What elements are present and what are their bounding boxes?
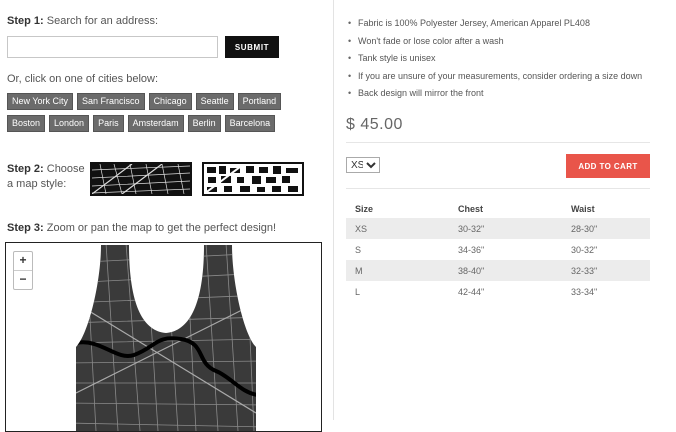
step2-text-line2: a map style: xyxy=(7,178,67,190)
table-row: S 34-36" 30-32" xyxy=(346,239,650,260)
table-row: M 38-40" 32-33" xyxy=(346,260,650,281)
cities-label: Or, click on one of cities below: xyxy=(7,73,159,85)
size-cell: L xyxy=(355,286,361,297)
product-price: $ 45.00 xyxy=(346,116,403,133)
feature-item: Fabric is 100% Polyester Jersey, America… xyxy=(346,18,642,36)
waist-cell: 32-33" xyxy=(562,260,650,281)
chest-cell: 42-44" xyxy=(458,286,485,297)
size-cell: S xyxy=(355,244,362,255)
city-berlin[interactable]: Berlin xyxy=(187,115,221,132)
chest-cell: 38-40" xyxy=(449,260,562,281)
column-header-chest: Chest xyxy=(458,204,484,214)
add-to-cart-button[interactable]: ADD TO CART xyxy=(566,154,650,178)
zoom-in-button[interactable]: + xyxy=(14,252,32,270)
feature-item: Back design will mirror the front xyxy=(346,88,642,106)
city-paris[interactable]: Paris xyxy=(93,115,124,132)
table-row: L 42-44" 33-34" xyxy=(346,281,650,302)
column-header-size: Size xyxy=(355,204,374,214)
map-style-dark[interactable] xyxy=(90,162,192,196)
design-panel: Step 1: Search for an address: SUBMIT Or… xyxy=(0,0,330,432)
size-cell: M xyxy=(346,260,449,281)
size-select[interactable]: XS xyxy=(346,157,380,173)
city-seattle[interactable]: Seattle xyxy=(195,93,234,110)
feature-item: Won't fade or lose color after a wash xyxy=(346,36,642,54)
step3-label: Step 3: Zoom or pan the map to get the p… xyxy=(7,222,276,234)
address-search-input[interactable] xyxy=(7,36,218,58)
step2-text-line1: Choose xyxy=(46,163,85,175)
city-new-york[interactable]: New York City xyxy=(7,93,74,110)
table-header-row: Size Chest Waist xyxy=(346,200,650,218)
zoom-out-button[interactable]: − xyxy=(14,270,32,289)
city-barcelona[interactable]: Barcelona xyxy=(224,115,276,132)
map-canvas[interactable]: + − xyxy=(5,242,322,432)
city-london[interactable]: London xyxy=(49,115,90,132)
tank-top-map-preview xyxy=(76,245,256,431)
submit-button[interactable]: SUBMIT xyxy=(225,36,279,58)
zoom-control: + − xyxy=(13,251,33,290)
column-divider xyxy=(333,0,334,420)
city-san-francisco[interactable]: San Francisco xyxy=(77,93,145,110)
divider xyxy=(346,188,650,189)
city-boston[interactable]: Boston xyxy=(7,115,46,132)
light-map-preview-icon xyxy=(204,164,302,194)
waist-cell: 33-34" xyxy=(571,286,598,297)
city-amsterdam[interactable]: Amsterdam xyxy=(127,115,184,132)
step2-label: Step 2: Choose a map style: xyxy=(7,162,85,192)
city-portland[interactable]: Portland xyxy=(237,93,282,110)
divider xyxy=(346,142,650,143)
product-panel: Fabric is 100% Polyester Jersey, America… xyxy=(346,0,656,420)
chest-cell: 34-36" xyxy=(458,244,485,255)
feature-item: If you are unsure of your measurements, … xyxy=(346,71,642,89)
city-chicago[interactable]: Chicago xyxy=(148,93,192,110)
step1-label: Step 1: Search for an address: xyxy=(7,15,158,27)
size-cell: XS xyxy=(346,218,449,239)
map-style-light[interactable] xyxy=(202,162,304,196)
column-header-waist: Waist xyxy=(571,204,595,214)
table-row: XS 30-32" 28-30" xyxy=(346,218,650,239)
waist-cell: 28-30" xyxy=(562,218,650,239)
feature-item: Tank style is unisex xyxy=(346,53,642,71)
step2-title: Step 2: xyxy=(7,163,44,175)
step1-title: Step 1: xyxy=(7,15,44,27)
chest-cell: 30-32" xyxy=(449,218,562,239)
waist-cell: 30-32" xyxy=(571,244,598,255)
city-row: Boston London Paris Amsterdam Berlin Bar… xyxy=(7,115,307,132)
size-chart-table: Size Chest Waist XS 30-32" 28-30" S 34-3… xyxy=(346,200,650,302)
step3-title: Step 3: xyxy=(7,222,44,234)
dark-map-preview-icon xyxy=(92,164,190,194)
city-row: New York City San Francisco Chicago Seat… xyxy=(7,93,307,110)
step1-text: Search for an address: xyxy=(46,15,159,27)
step3-text: Zoom or pan the map to get the perfect d… xyxy=(46,222,277,234)
city-list: New York City San Francisco Chicago Seat… xyxy=(7,93,307,137)
feature-list: Fabric is 100% Polyester Jersey, America… xyxy=(346,18,642,106)
